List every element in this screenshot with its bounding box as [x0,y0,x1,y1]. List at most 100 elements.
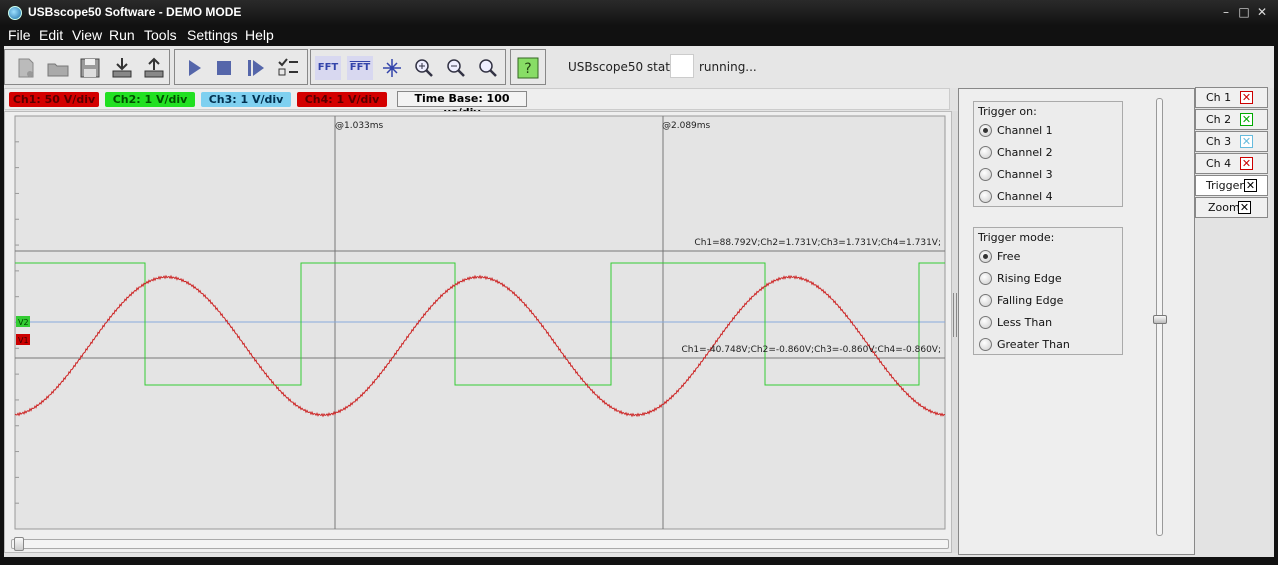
radio-selected-icon[interactable] [979,250,992,263]
fft-average-button[interactable]: FFT [347,56,373,80]
tab-label: Ch 2 [1206,113,1232,126]
app-icon [8,6,22,20]
tab-label: Ch 1 [1206,91,1232,104]
ch1-scale-badge[interactable]: Ch1: 50 V/div [9,92,99,107]
tab-ch1[interactable]: Ch 1 ✕ [1195,87,1268,108]
menu-view[interactable]: View [72,27,102,43]
radio-label: Channel 2 [997,146,1053,159]
scope-plot[interactable]: @1.033ms @2.089ms Ch1=88.792V;Ch2=1.731V… [5,112,951,552]
cursor-time-1: @1.033ms [335,121,384,131]
menu-file[interactable]: File [8,27,31,43]
fft-average-label: FFT [349,62,371,73]
help-toolbar-group: ? [510,49,546,85]
close-icon[interactable]: ✕ [1240,91,1253,104]
ch4-scale-badge[interactable]: Ch4: 1 V/div [297,92,387,107]
menu-run[interactable]: Run [109,27,135,43]
menu-bar: File Edit View Run Tools Settings Help [0,26,1278,46]
zoom-in-icon[interactable] [411,56,437,80]
fft-button[interactable]: FFT [315,56,341,80]
help-icon[interactable]: ? [515,56,541,80]
horizontal-scroll-thumb[interactable] [14,537,24,551]
download-icon[interactable] [109,56,135,80]
timebase-label[interactable]: Time Base: 100 us/div [397,91,527,119]
run-toolbar-group [174,49,308,85]
status-indicator [670,54,694,78]
tab-zoom[interactable]: Zoom ✕ [1195,197,1268,218]
save-icon[interactable] [77,56,103,80]
ch2-marker-label: V2 [18,318,29,327]
ch2-scale-badge[interactable]: Ch2: 1 V/div [105,92,195,107]
cursor-icon[interactable] [379,56,405,80]
zoom-out-icon[interactable] [443,56,469,80]
window-frame-right [1274,46,1278,565]
trigger-on-group: Trigger on: Channel 1 Channel 2 Channel … [973,101,1123,207]
status-text: running... [699,60,757,74]
radio-icon[interactable] [979,294,992,307]
horizontal-scrollbar[interactable] [11,537,949,551]
menu-edit[interactable]: Edit [39,27,63,43]
menu-tools[interactable]: Tools [144,27,177,43]
radio-icon[interactable] [979,168,992,181]
radio-label: Less Than [997,316,1053,329]
ch3-scale-badge[interactable]: Ch3: 1 V/div [201,92,291,107]
tab-ch4[interactable]: Ch 4 ✕ [1195,153,1268,174]
cursor-time-2: @2.089ms [662,121,711,131]
window-frame-bottom [0,557,1278,565]
radio-icon[interactable] [979,272,992,285]
tab-trigger[interactable]: Trigger ✕ [1195,175,1268,196]
minimize-icon[interactable]: – [1220,6,1232,18]
toolbar: FFT FFT ? USBscope50 status running... [4,46,1274,88]
radio-icon[interactable] [979,316,992,329]
tab-label: Trigger [1206,179,1244,192]
menu-settings[interactable]: Settings [187,27,238,43]
splitter-grip[interactable] [953,293,957,337]
close-icon[interactable]: ✕ [1240,113,1253,126]
ch1-marker-label: V1 [18,336,29,345]
menu-help[interactable]: Help [245,27,274,43]
trigger-on-title: Trigger on: [978,105,1037,118]
cursor-readout-1: Ch1=88.792V;Ch2=1.731V;Ch3=1.731V;Ch4=1.… [694,238,941,248]
trigger-level-thumb[interactable] [1153,315,1167,324]
tab-label: Ch 3 [1206,135,1232,148]
stop-icon[interactable] [211,56,237,80]
analysis-toolbar-group: FFT FFT [310,49,506,85]
new-icon[interactable] [13,56,39,80]
status-label: USBscope50 status [568,60,684,74]
svg-text:?: ? [524,61,531,77]
close-icon[interactable]: ✕ [1240,157,1253,170]
radio-icon[interactable] [979,338,992,351]
channel-bar: Ch1: 50 V/div Ch2: 1 V/div Ch3: 1 V/div … [4,88,950,119]
settings-list-icon[interactable] [275,56,301,80]
radio-label: Channel 3 [997,168,1053,181]
step-icon[interactable] [243,56,269,80]
fft-label: FFT [317,62,339,73]
radio-selected-icon[interactable] [979,124,992,137]
open-folder-icon[interactable] [45,56,71,80]
radio-label: Channel 1 [997,124,1053,137]
tab-label: Zoom [1208,201,1240,214]
upload-icon[interactable] [141,56,167,80]
close-icon[interactable]: ✕ [1240,135,1253,148]
radio-icon[interactable] [979,146,992,159]
cursor-readout-2: Ch1=-40.748V;Ch2=-0.860V;Ch3=-0.860V;Ch4… [681,345,941,355]
tab-ch2[interactable]: Ch 2 ✕ [1195,109,1268,130]
radio-label: Greater Than [997,338,1070,351]
tab-label: Ch 4 [1206,157,1232,170]
maximize-icon[interactable]: □ [1238,6,1250,18]
radio-label: Rising Edge [997,272,1062,285]
trigger-mode-group: Trigger mode: Free Rising Edge Falling E… [973,227,1123,355]
scope-display[interactable]: @1.033ms @2.089ms Ch1=88.792V;Ch2=1.731V… [4,111,952,553]
close-icon[interactable]: ✕ [1238,201,1251,214]
close-icon[interactable]: ✕ [1244,179,1257,192]
radio-label: Falling Edge [997,294,1064,307]
play-icon[interactable] [181,56,207,80]
window-title: USBscope50 Software - DEMO MODE [28,5,242,19]
title-bar: USBscope50 Software - DEMO MODE – □ ✕ [0,0,1278,26]
tab-ch3[interactable]: Ch 3 ✕ [1195,131,1268,152]
trigger-mode-title: Trigger mode: [978,231,1055,244]
radio-label: Channel 4 [997,190,1053,203]
zoom-reset-icon[interactable] [475,56,501,80]
file-toolbar-group [4,49,170,85]
close-icon[interactable]: ✕ [1256,6,1268,18]
radio-icon[interactable] [979,190,992,203]
